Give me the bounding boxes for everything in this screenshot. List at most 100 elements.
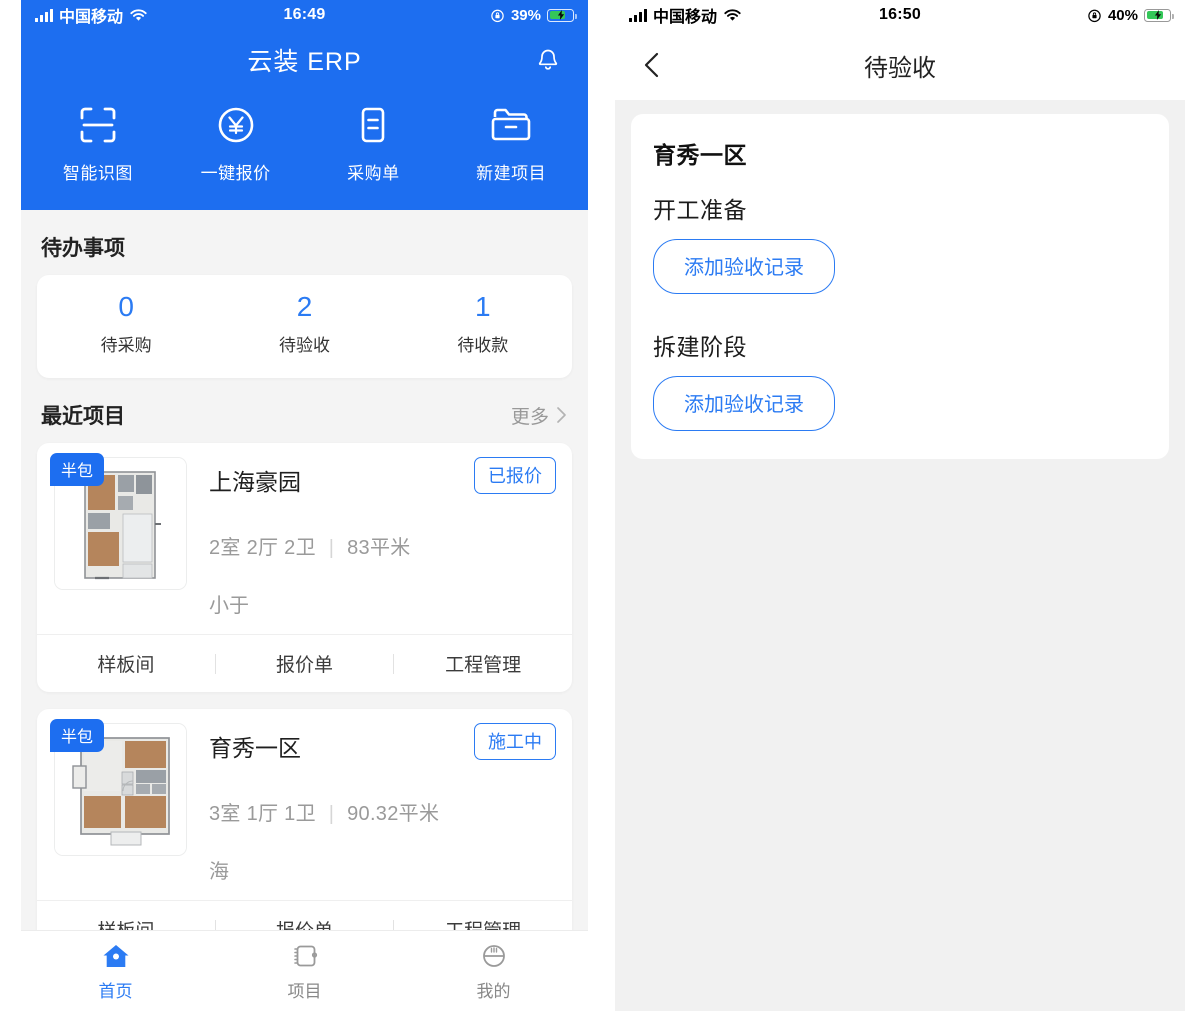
person-icon	[477, 939, 511, 973]
status-bar-right-group: 40%	[1087, 6, 1174, 24]
project-area: 90.32平米	[347, 803, 440, 825]
project-actions: 样板间 报价单 工程管理	[37, 634, 572, 692]
stage-name-demolition: 拆建阶段	[653, 334, 747, 360]
project-spec: 3室 1厅 1卫 | 90.32平米	[209, 797, 556, 826]
battery-charging-icon	[547, 8, 577, 22]
wifi-icon	[724, 9, 741, 21]
tab-label: 我的	[476, 982, 511, 1001]
project-action-showroom[interactable]: 样板间	[37, 650, 215, 677]
todo-item-acceptance[interactable]: 2 待验收	[215, 293, 393, 356]
todo-label: 待验收	[278, 336, 330, 355]
quick-action-purchase-order[interactable]: 采购单	[305, 102, 443, 184]
quick-action-quote[interactable]: 一键报价	[167, 102, 305, 184]
acceptance-nav-bar: 待验收	[615, 30, 1185, 100]
more-label: 更多	[510, 406, 549, 428]
project-info: 育秀一区 施工中 3室 1厅 1卫 | 90.32平米 海	[187, 723, 556, 884]
todo-item-receivable[interactable]: 1 待收款	[394, 293, 572, 356]
signal-bars-icon	[629, 8, 647, 22]
project-thumbnail-wrap: 半包	[50, 719, 187, 884]
phone-screen-home: 中国移动 16:49 39% 云装 ERP 智能识图 一键报价 采购单 新建项目…	[21, 0, 588, 1010]
project-thumbnail-wrap: 半包	[50, 453, 187, 618]
project-info: 上海豪园 已报价 2室 2厅 2卫 | 83平米 小于	[187, 457, 556, 618]
battery-charging-icon	[1144, 8, 1174, 22]
quick-action-scan[interactable]: 智能识图	[29, 102, 167, 184]
project-top: 半包	[37, 453, 572, 618]
carrier-label: 中国移动	[653, 9, 718, 26]
app-header: 云装 ERP 智能识图 一键报价 采购单 新建项目	[21, 30, 588, 210]
project-spec: 2室 2厅 2卫 | 83平米	[209, 531, 556, 560]
tab-label: 首页	[98, 982, 133, 1001]
carrier-label: 中国移动	[59, 9, 124, 26]
bell-icon[interactable]	[534, 46, 562, 74]
phone-screen-acceptance: 中国移动 16:50 40% 待验收 育秀一区 开工准备 添加验收记录 拆建阶段…	[615, 0, 1185, 1011]
project-owner: 海	[209, 861, 229, 883]
todo-section-header: 待办事项	[21, 210, 588, 275]
status-bar-right-group: 39%	[490, 6, 577, 24]
battery-percent-label: 39%	[510, 6, 541, 24]
tab-projects[interactable]: 项目	[210, 939, 399, 1002]
todo-card: 0 待采购 2 待验收 1 待收款	[37, 275, 572, 378]
project-rooms: 3室 1厅 1卫	[209, 803, 316, 825]
stage-name-preparation: 开工准备	[653, 197, 747, 223]
spec-separator: |	[328, 537, 335, 559]
project-action-management[interactable]: 工程管理	[394, 650, 572, 677]
todo-count: 0	[118, 291, 134, 322]
quick-action-new-project[interactable]: 新建项目	[442, 102, 580, 184]
todo-label: 待收款	[457, 336, 509, 355]
status-badge[interactable]: 施工中	[474, 723, 556, 760]
signal-bars-icon	[35, 8, 53, 22]
spec-separator: |	[328, 803, 335, 825]
status-badge[interactable]: 已报价	[474, 457, 556, 494]
status-bar-left: 中国移动 16:49 39%	[21, 0, 588, 30]
status-bar-left-group: 中国移动	[629, 3, 742, 27]
todo-count: 1	[475, 291, 491, 322]
project-owner: 小于	[209, 595, 249, 617]
quick-action-label: 采购单	[347, 164, 400, 183]
tab-label: 项目	[287, 982, 322, 1001]
notebook-icon	[288, 939, 322, 973]
home-icon	[99, 939, 133, 973]
todo-label: 待采购	[100, 336, 152, 355]
lightning-bolt-icon	[1154, 10, 1161, 20]
add-acceptance-record-button[interactable]: 添加验收记录	[653, 239, 835, 294]
project-package-badge: 半包	[50, 719, 105, 752]
folder-icon	[488, 102, 534, 148]
page-title: 待验收	[864, 54, 936, 82]
recent-section-header: 最近项目 更多	[21, 378, 588, 443]
quick-action-label: 智能识图	[62, 164, 133, 183]
status-bar-left-group: 中国移动	[35, 3, 148, 27]
status-bar-right: 中国移动 16:50 40%	[615, 0, 1185, 30]
todo-section-title: 待办事项	[41, 237, 125, 260]
quick-actions: 智能识图 一键报价 采购单 新建项目	[21, 90, 588, 202]
project-action-quote[interactable]: 报价单	[216, 650, 394, 677]
rotation-lock-icon	[491, 9, 504, 22]
acceptance-card: 育秀一区 开工准备 添加验收记录 拆建阶段 添加验收记录	[631, 114, 1169, 459]
app-nav-row: 云装 ERP	[21, 30, 588, 90]
project-top: 半包	[37, 719, 572, 884]
add-acceptance-record-button[interactable]: 添加验收记录	[653, 376, 835, 431]
project-card[interactable]: 半包	[37, 709, 572, 958]
todo-count: 2	[296, 291, 313, 322]
chevron-left-icon[interactable]	[639, 50, 665, 80]
scan-frame-icon	[75, 102, 121, 148]
more-button[interactable]: 更多	[511, 402, 568, 429]
chevron-right-icon	[557, 407, 566, 423]
page-title: 云装 ERP	[247, 48, 362, 76]
acceptance-project-name: 育秀一区	[653, 142, 747, 168]
yen-circle-icon	[213, 102, 259, 148]
wifi-icon	[130, 9, 147, 21]
bottom-tab-bar: 首页 项目 我的	[21, 930, 588, 1010]
acceptance-body: 育秀一区 开工准备 添加验收记录 拆建阶段 添加验收记录	[615, 100, 1185, 1011]
project-area: 83平米	[347, 537, 411, 559]
recent-section-title: 最近项目	[41, 405, 125, 428]
stage-gap	[653, 294, 1147, 307]
quick-action-label: 一键报价	[200, 164, 271, 183]
rotation-lock-icon	[1088, 9, 1101, 22]
tab-mine[interactable]: 我的	[399, 939, 588, 1002]
todo-item-purchase[interactable]: 0 待采购	[37, 293, 215, 356]
project-card[interactable]: 半包	[37, 443, 572, 692]
battery-percent-label: 40%	[1107, 6, 1138, 24]
quick-action-label: 新建项目	[476, 164, 547, 183]
tab-home[interactable]: 首页	[21, 939, 210, 1002]
screenshot-stage: 中国移动 16:49 39% 云装 ERP 智能识图 一键报价 采购单 新建项目…	[0, 0, 1200, 1026]
